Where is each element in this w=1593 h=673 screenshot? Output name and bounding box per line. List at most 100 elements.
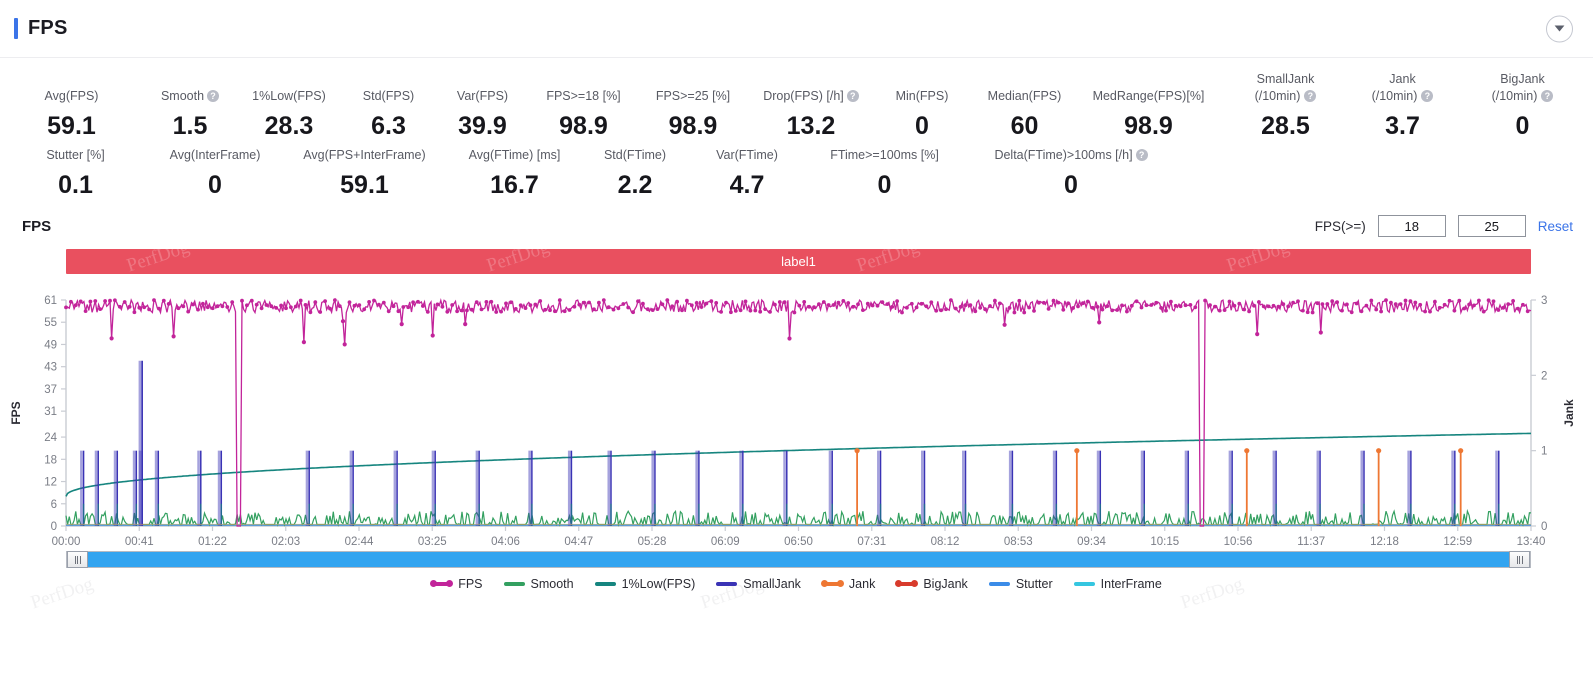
collapse-panel-button[interactable] — [1546, 15, 1573, 42]
stat-label-sub: (/10min) — [1254, 89, 1301, 103]
legend-item-jank[interactable]: Jank — [820, 577, 875, 591]
fps-point — [743, 299, 748, 304]
x-tick-label: 09:34 — [1077, 536, 1106, 548]
stat-value: 98.9 — [1124, 112, 1173, 140]
stat-cell: SmallJank (/10min)? 28.5 — [1218, 72, 1353, 140]
fps-point — [1413, 300, 1418, 305]
help-icon[interactable]: ? — [1541, 90, 1554, 102]
fps-point — [166, 302, 171, 306]
fps-point — [469, 307, 474, 312]
fps-point — [909, 301, 914, 306]
stat-cell: FTime>=100ms [%] 0 — [803, 148, 966, 199]
stats-row-primary: Avg(FPS) 59.1 Smooth? 1.5 1%Low(FPS) 28.3 Std(… — [0, 72, 1593, 140]
help-icon[interactable]: ? — [1421, 90, 1434, 102]
help-icon[interactable]: ? — [1304, 90, 1317, 102]
y-tick-label: 49 — [44, 339, 57, 351]
legend-item-interframe[interactable]: InterFrame — [1073, 577, 1162, 591]
fps-point — [944, 307, 948, 312]
chart-plot-area[interactable]: 0 6 12 18 24 31 37 43 49 55 61 0 1 2 3 00:00 00:41 01:22 0… — [0, 286, 1593, 548]
fps-point — [768, 310, 772, 314]
fps-point — [1252, 303, 1256, 308]
fps-point — [689, 303, 694, 308]
legend-item-smooth[interactable]: Smooth — [503, 577, 574, 591]
stat-cell: BigJank (/10min)? 0 — [1452, 72, 1593, 140]
legend-label: Stutter — [1015, 577, 1053, 591]
stat-value: 2.2 — [617, 171, 653, 199]
y-tick-label: 31 — [44, 406, 57, 418]
fps-point — [396, 309, 401, 314]
fps-point — [440, 304, 445, 309]
fps-point — [313, 300, 318, 305]
fps-point — [963, 303, 968, 308]
fps-point — [1457, 298, 1462, 303]
fps-dip-point — [342, 342, 347, 347]
fps-point — [108, 298, 112, 303]
reset-button[interactable]: Reset — [1538, 219, 1573, 234]
legend-item-bigjank[interactable]: BigJank — [895, 577, 968, 591]
slider-handle-right[interactable] — [1509, 551, 1530, 568]
legend-label: 1%Low(FPS) — [621, 577, 696, 591]
help-icon[interactable]: ? — [1135, 149, 1148, 161]
fps-point — [455, 309, 459, 314]
fps-point — [1349, 310, 1354, 315]
fps-point — [1159, 306, 1163, 310]
fps-point — [347, 300, 352, 305]
chart-controls: FPS(>=) Reset — [1315, 215, 1573, 237]
fps-point — [1193, 305, 1198, 310]
series-fps — [64, 297, 1532, 527]
fps-point — [1393, 302, 1398, 307]
y2-tick-label: 2 — [1541, 370, 1547, 382]
legend-color-swatch — [503, 582, 525, 586]
legend-item-smalljank[interactable]: SmallJank — [716, 577, 801, 591]
legend-item-fps[interactable]: FPS — [430, 577, 483, 591]
fps-point — [1330, 299, 1335, 304]
fps-point — [1066, 301, 1071, 306]
fps-threshold-low-input[interactable] — [1377, 215, 1446, 237]
stat-cell: Drop(FPS) [/h]? 13.2 — [748, 72, 874, 140]
label-bar-container: PerfDog PerfDog PerfDog PerfDog label1 — [0, 243, 1593, 274]
stat-value: 0 — [1515, 112, 1530, 140]
fps-point — [1447, 298, 1452, 303]
help-icon[interactable]: ? — [846, 90, 859, 102]
fps-point — [934, 308, 939, 313]
fps-point — [1511, 299, 1515, 303]
fps-point — [1257, 300, 1261, 304]
fps-point — [1100, 307, 1105, 312]
stat-cell: Var(FPS) 39.9 — [436, 72, 529, 140]
fps-point — [1477, 298, 1481, 303]
fps-threshold-high-input[interactable] — [1457, 215, 1526, 237]
stat-label-line: BigJank — [1500, 72, 1545, 86]
fps-point — [323, 299, 327, 303]
watermark-text: PerfDog — [1224, 249, 1292, 274]
time-range-slider[interactable] — [0, 551, 1593, 568]
slider-grip-icon — [74, 555, 81, 564]
fps-point — [1359, 309, 1364, 314]
fps-point — [1369, 298, 1374, 303]
x-tick-label: 00:00 — [52, 536, 81, 548]
slider-track[interactable] — [66, 551, 1531, 568]
fps-point — [1467, 302, 1471, 307]
legend-item-1-low-fps[interactable]: 1%Low(FPS) — [594, 577, 696, 591]
slider-handle-left[interactable] — [67, 551, 88, 568]
stat-label-text: Median(FPS) — [987, 89, 1062, 103]
watermark-text: PerfDog — [124, 249, 192, 274]
fps-point — [142, 305, 147, 310]
help-icon[interactable]: ? — [207, 90, 220, 102]
x-tick-label: 00:41 — [125, 536, 154, 548]
fps-point — [1144, 303, 1149, 308]
watermark-text: PerfDog — [28, 573, 96, 614]
legend-item-stutter[interactable]: Stutter — [988, 577, 1053, 591]
fps-point — [543, 307, 547, 312]
stat-cell: Avg(FTime) [ms] 16.7 — [450, 148, 579, 199]
stat-value: 0 — [877, 171, 892, 199]
fps-point — [103, 299, 107, 303]
fps-point — [1090, 305, 1095, 310]
stat-label-text: Min(FPS) — [895, 89, 949, 103]
fps-point — [1437, 305, 1442, 310]
fps-point — [817, 302, 821, 306]
fps-point — [733, 309, 738, 313]
fps-timeseries-svg[interactable]: 06121824313743495561012300:00 00:41 01:22 0… — [0, 286, 1593, 548]
fps-point — [1301, 308, 1305, 313]
fps-dip-point — [787, 336, 792, 341]
scene-label-bar[interactable]: PerfDog PerfDog PerfDog PerfDog label1 — [66, 249, 1531, 274]
